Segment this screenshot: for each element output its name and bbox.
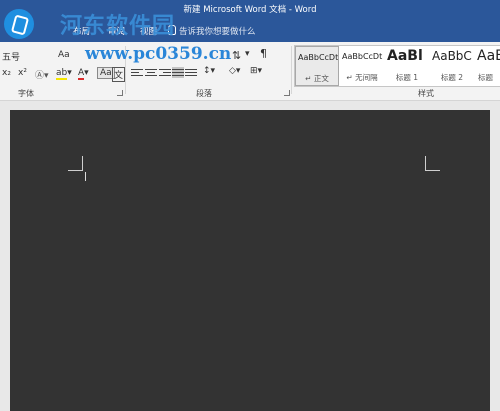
style-preview: AaBbC [432, 49, 472, 63]
style-heading-1[interactable]: AaBl 标题 1 [385, 46, 429, 86]
styles-group-label: 样式 [418, 89, 434, 98]
paragraph-group-label: 段落 [196, 89, 212, 98]
margin-corner-mark [68, 156, 83, 171]
borders-icon[interactable]: ⊞▾ [250, 66, 262, 76]
shading-icon[interactable]: ◇▾ [229, 66, 240, 76]
tell-me-box[interactable]: 告诉我你想要做什么 [168, 25, 256, 37]
align-center-icon[interactable] [145, 67, 157, 78]
font-size-box[interactable]: 五号 [2, 50, 20, 63]
dropdown-arrow-icon[interactable]: ▾ [245, 49, 250, 59]
style-name: 标题 1 [395, 73, 419, 82]
document-area [0, 101, 500, 411]
tell-me-placeholder: 告诉我你想要做什么 [179, 27, 256, 37]
font-group-label: 字体 [18, 89, 34, 98]
document-page[interactable] [10, 110, 490, 411]
highlight-icon[interactable]: ab▾ [56, 68, 72, 80]
style-preview: AaBbCcDt [298, 53, 339, 62]
style-name: ↵ 无间隔 [346, 73, 378, 82]
text-cursor [85, 172, 86, 181]
sort-icon[interactable]: ⇅ [232, 49, 241, 62]
font-color-icon[interactable]: A▾ [78, 68, 89, 80]
group-separator [291, 46, 292, 94]
align-left-icon[interactable] [131, 67, 143, 78]
line-spacing-icon[interactable]: ↕▾ [203, 66, 215, 76]
watermark-logo-icon [4, 9, 34, 39]
style-name: 标题 [478, 73, 493, 82]
style-preview: AaBl [477, 48, 500, 64]
style-name: 标题 2 [440, 73, 464, 82]
paragraph-dialog-launcher-icon[interactable] [284, 90, 290, 96]
style-name: ↵ 正文 [305, 74, 329, 83]
style-no-spacing[interactable]: AaBbCcDt ↵ 无间隔 [340, 46, 384, 86]
watermark-url: www.pc0359.cn [85, 44, 232, 64]
styles-gallery: AaBbCcDt ↵ 正文 AaBbCcDt ↵ 无间隔 AaBl 标题 1 A… [294, 45, 500, 87]
superscript-button[interactable]: x² [18, 68, 27, 78]
distributed-icon[interactable] [185, 67, 197, 78]
change-case-button[interactable]: Aa [58, 50, 70, 60]
style-title[interactable]: AaBl 标题 [475, 46, 500, 86]
style-preview: AaBl [387, 48, 423, 64]
justify-icon[interactable] [172, 67, 184, 78]
subscript-button[interactable]: x₂ [2, 68, 11, 78]
style-normal[interactable]: AaBbCcDt ↵ 正文 [295, 46, 339, 86]
margin-corner-mark [425, 156, 440, 171]
char-border-icon[interactable]: 文 [112, 67, 126, 82]
font-dialog-launcher-icon[interactable] [117, 90, 123, 96]
style-heading-2[interactable]: AaBbC 标题 2 [430, 46, 474, 86]
style-preview: AaBbCcDt [342, 52, 383, 61]
text-effects-icon[interactable]: Ⓐ▾ [35, 68, 49, 81]
show-marks-icon[interactable]: ¶ [260, 47, 267, 60]
align-right-icon[interactable] [159, 67, 171, 78]
watermark-text: 河东软件园 [60, 13, 176, 39]
